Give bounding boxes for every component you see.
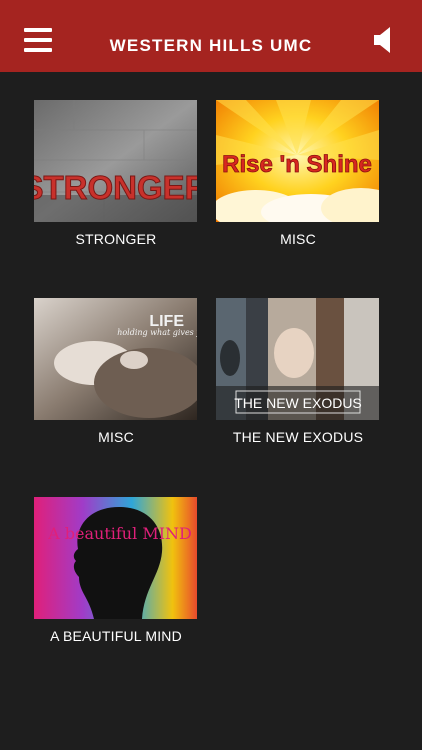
series-art-text: Rise 'n Shine: [222, 151, 372, 178]
app-title: WESTERN HILLS UMC: [109, 36, 313, 55]
series-tile-the-new-exodus[interactable]: THE NEW EXODUS THE NEW EXODUS: [216, 298, 380, 445]
series-caption: THE NEW EXODUS: [232, 429, 364, 445]
series-caption: MISC: [280, 231, 316, 247]
series-art-text: THE NEW EXODUS: [234, 395, 362, 411]
series-caption: STRONGER: [75, 231, 157, 247]
series-tile-misc-2[interactable]: LIFE holding what gives you MISC: [34, 298, 198, 445]
app-header: WESTERN HILLS UMC: [0, 0, 422, 72]
series-thumbnail[interactable]: Rise 'n Shine: [216, 100, 379, 222]
series-caption: A BEAUTIFUL MIND: [50, 628, 182, 644]
series-tile-misc-1[interactable]: Rise 'n Shine MISC: [216, 100, 380, 247]
series-tile-a-beautiful-mind[interactable]: A beautiful MIND A BEAUTIFUL MIND: [34, 497, 198, 644]
series-thumbnail[interactable]: THE NEW EXODUS: [216, 298, 379, 420]
series-art-text: A beautiful MIND: [47, 524, 192, 543]
sermon-series-grid: STRONGER STRONGER: [0, 72, 422, 750]
speaker-icon[interactable]: [372, 26, 396, 54]
series-art-text: STRONGER: [34, 169, 197, 206]
series-thumbnail[interactable]: STRONGER: [34, 100, 197, 222]
series-caption: MISC: [98, 429, 134, 445]
series-thumbnail[interactable]: LIFE holding what gives you: [34, 298, 197, 420]
series-art-subtext: holding what gives you: [117, 328, 197, 337]
series-tile-stronger[interactable]: STRONGER STRONGER: [34, 100, 198, 247]
series-thumbnail[interactable]: A beautiful MIND: [34, 497, 197, 619]
